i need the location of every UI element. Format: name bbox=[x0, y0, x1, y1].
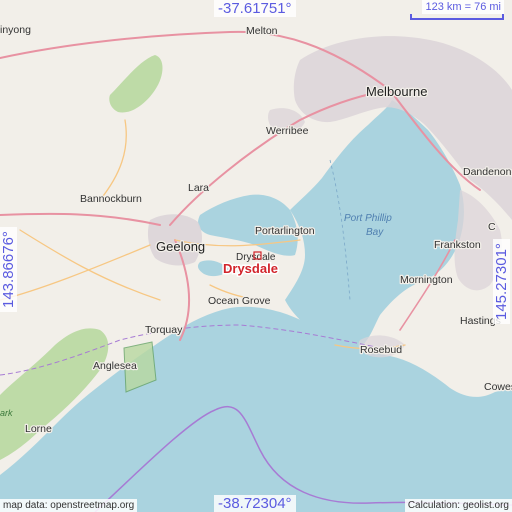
east-longitude-label: 145.27301° bbox=[493, 239, 510, 324]
place-inyong[interactable]: inyong bbox=[0, 23, 32, 38]
place-torquay[interactable]: Torquay bbox=[144, 323, 185, 338]
place-anglesea[interactable]: Anglesea bbox=[92, 359, 138, 374]
place-mornington[interactable]: Mornington bbox=[399, 273, 454, 288]
south-latitude-label: -38.72304° bbox=[214, 495, 296, 512]
place-melton[interactable]: Melton bbox=[245, 24, 279, 39]
focus-place-label: Drysdale bbox=[223, 261, 278, 276]
bay-label-line2: Bay bbox=[366, 227, 384, 238]
calculation-attribution[interactable]: Calculation: geolist.org bbox=[404, 499, 512, 512]
place-portarlington[interactable]: Portarlington bbox=[254, 224, 316, 239]
bay-label-line1: Port Phillip bbox=[344, 213, 392, 224]
place-werribee[interactable]: Werribee bbox=[265, 124, 310, 139]
map-data-attribution[interactable]: map data: openstreetmap.org bbox=[0, 499, 138, 512]
place-geelong[interactable]: Geelong bbox=[155, 238, 207, 256]
place-cowes[interactable]: Cowes bbox=[483, 380, 512, 395]
west-longitude-label: 143.86676° bbox=[0, 227, 17, 312]
place-melbourne[interactable]: Melbourne bbox=[365, 83, 429, 101]
place-dandenong[interactable]: Dandenong bbox=[462, 165, 512, 180]
place-rosebud[interactable]: Rosebud bbox=[359, 343, 404, 358]
north-latitude-label: -37.61751° bbox=[214, 0, 296, 17]
scale-bar bbox=[410, 14, 504, 20]
park-label: ark bbox=[0, 408, 13, 418]
scale-label: 123 km = 76 mi bbox=[422, 0, 504, 14]
place-frankston[interactable]: Frankston bbox=[433, 238, 482, 253]
place-lorne[interactable]: Lorne bbox=[24, 422, 54, 437]
place-bannockburn[interactable]: Bannockburn bbox=[79, 192, 144, 207]
place-c-edge[interactable]: C bbox=[487, 220, 498, 235]
place-lara[interactable]: Lara bbox=[187, 181, 211, 196]
map-canvas[interactable]: Melton Melbourne Werribee Dandenong Bann… bbox=[0, 0, 512, 512]
place-ocean-grove[interactable]: Ocean Grove bbox=[207, 294, 272, 309]
